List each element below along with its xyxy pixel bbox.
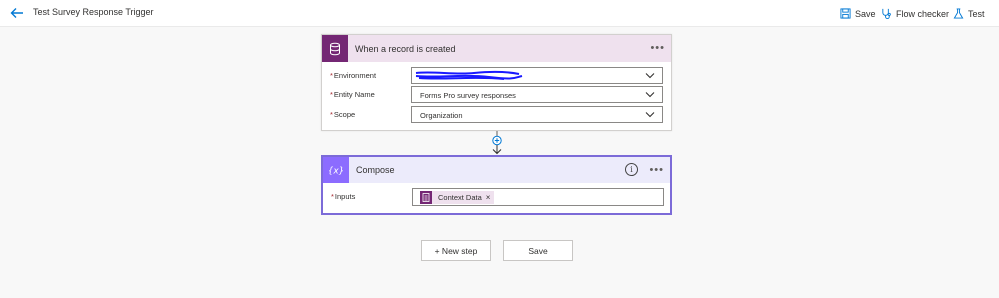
chevron-down-icon: [645, 92, 655, 98]
trigger-icon-tile: [322, 35, 348, 62]
flow-title: Test Survey Response Trigger: [33, 7, 154, 17]
save-command[interactable]: Save: [840, 6, 876, 21]
trigger-title: When a record is created: [355, 43, 456, 54]
flow-checker-label: Flow checker: [896, 8, 950, 19]
entity-name-label: *Entity Name: [330, 90, 375, 99]
save-icon: [840, 8, 851, 19]
inputs-label: *Inputs: [331, 192, 356, 201]
scope-field: *Scope Organization: [322, 106, 671, 123]
chevron-down-icon: [645, 112, 655, 118]
chevron-down-icon: [645, 73, 655, 79]
more-options-icon[interactable]: •••: [650, 43, 665, 54]
entity-name-field: *Entity Name Forms Pro survey responses: [322, 86, 671, 103]
compose-icon-tile: {x}: [323, 157, 349, 183]
compose-title: Compose: [356, 165, 395, 175]
scope-value: Organization: [420, 111, 463, 120]
database-icon: [330, 42, 340, 55]
entity-name-select[interactable]: Forms Pro survey responses: [411, 86, 663, 103]
info-icon[interactable]: i: [625, 163, 638, 176]
environment-field: *Environment: [322, 67, 671, 84]
environment-select[interactable]: [411, 67, 663, 84]
remove-token-icon[interactable]: ×: [486, 193, 491, 202]
stethoscope-icon: [882, 8, 891, 19]
token-label: Context Data: [438, 193, 482, 202]
document-icon: [422, 193, 430, 202]
dynamic-content-token[interactable]: Context Data ×: [420, 191, 495, 204]
scope-label: *Scope: [330, 110, 356, 119]
environment-label: *Environment: [330, 71, 377, 80]
curly-braces-icon: {x}: [329, 167, 343, 177]
scope-select[interactable]: Organization: [411, 106, 663, 123]
flow-checker-command[interactable]: Flow checker: [881, 6, 949, 21]
svg-text:{x}: {x}: [329, 167, 343, 177]
save-button[interactable]: Save: [503, 240, 573, 261]
token-icon-tile: [420, 191, 432, 204]
compose-card-header[interactable]: {x} Compose i •••: [323, 157, 670, 183]
trigger-card-header[interactable]: When a record is created •••: [322, 35, 671, 62]
entity-name-value: Forms Pro survey responses: [420, 91, 516, 100]
compose-card[interactable]: {x} Compose i ••• *Inputs Context Data ×: [321, 155, 672, 215]
more-options-icon[interactable]: •••: [649, 165, 664, 176]
trigger-card[interactable]: When a record is created ••• *Environmen…: [321, 34, 672, 131]
test-command-label: Test: [968, 8, 985, 19]
test-command[interactable]: Test: [953, 6, 985, 21]
redaction-scribble: [415, 70, 523, 80]
flask-icon: [953, 8, 964, 19]
insert-step-connector[interactable]: [488, 131, 506, 155]
inputs-field[interactable]: Context Data ×: [412, 188, 664, 206]
command-bar: Test Survey Response Trigger Save Flow c…: [0, 0, 999, 27]
save-command-label: Save: [855, 8, 876, 19]
back-arrow-icon[interactable]: [8, 4, 26, 22]
new-step-button[interactable]: + New step: [421, 240, 491, 261]
